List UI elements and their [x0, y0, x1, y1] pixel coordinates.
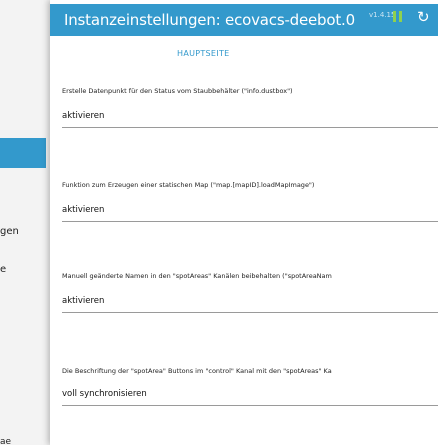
dialog-title: Instanzeinstellungen: ecovacs-deebot.0 [64, 11, 355, 29]
setting-select[interactable]: aktivieren [62, 111, 104, 121]
select-underline [62, 405, 438, 406]
adapter-version: v1.4.15 [369, 11, 396, 19]
setting-sync-spotarea-buttons: Die Beschriftung der "spotArea" Buttons … [62, 367, 438, 406]
setting-load-map-image: Funktion zum Erzeugen einer statischen M… [62, 181, 438, 222]
background-menu-text: gen [0, 226, 19, 237]
instance-settings-dialog: Instanzeinstellungen: ecovacs-deebot.0 v… [50, 0, 438, 445]
setting-label: Erstelle Datenpunkt für den Status vom S… [62, 87, 293, 95]
tab-main[interactable]: HAUPTSEITE [177, 49, 230, 58]
setting-dustbox: Erstelle Datenpunkt für den Status vom S… [62, 87, 438, 128]
dialog-titlebar: Instanzeinstellungen: ecovacs-deebot.0 [50, 4, 438, 36]
background-sidebar [0, 0, 50, 445]
setting-select[interactable]: aktivieren [62, 296, 104, 306]
reload-icon[interactable]: ↻ [417, 8, 433, 26]
pause-icon[interactable] [393, 11, 403, 22]
background-menu-text: ae [0, 437, 12, 445]
setting-select[interactable]: aktivieren [62, 205, 104, 215]
setting-select[interactable]: voll synchronisieren [62, 389, 147, 399]
background-active-item [0, 138, 46, 168]
setting-label: Funktion zum Erzeugen einer statischen M… [62, 181, 315, 189]
select-underline [62, 127, 438, 128]
background-menu-text: e [0, 264, 7, 275]
setting-label: Die Beschriftung der "spotArea" Buttons … [62, 367, 332, 375]
setting-keep-spotarea-names: Manuell geänderte Namen in den "spotArea… [62, 272, 438, 313]
setting-label: Manuell geänderte Namen in den "spotArea… [62, 272, 332, 280]
select-underline [62, 221, 438, 222]
select-underline [62, 312, 438, 313]
